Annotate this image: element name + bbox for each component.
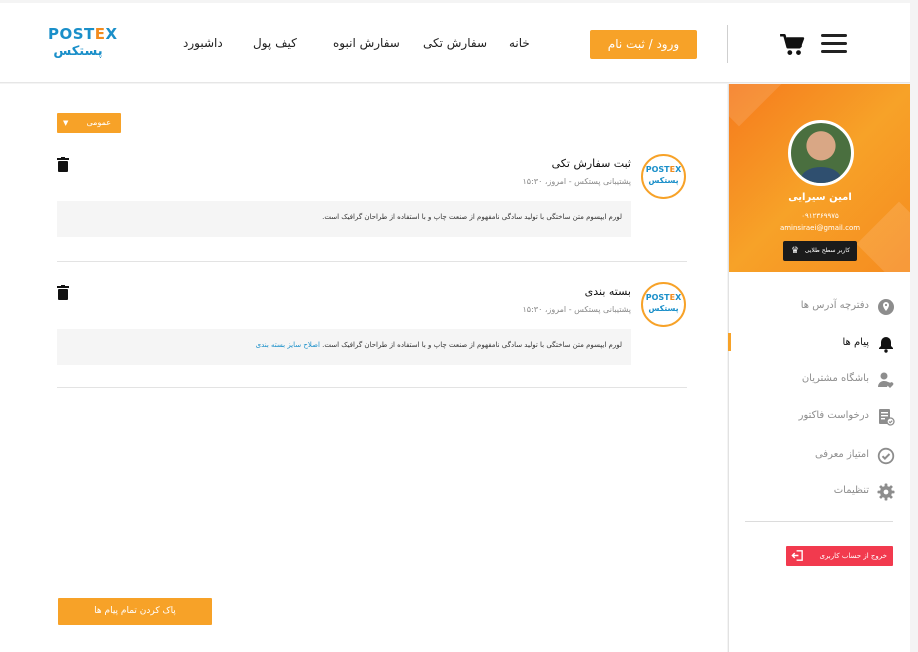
login-register-button[interactable]: ورود / ثبت نام — [590, 30, 697, 59]
sidebar-item-referral-points[interactable]: امتیاز معرفی — [729, 445, 911, 467]
message-meta: پشتیبانی پستکس - امروز، ۱۵:۳۰ — [522, 177, 631, 186]
crown-icon: ♛ — [791, 246, 800, 256]
sidebar-item-label: دفترچه آدرس ها — [800, 300, 869, 311]
top-header: POSTEX پستکس داشبورد کیف پول سفارش انبوه… — [0, 3, 910, 83]
decor-shape — [729, 84, 782, 127]
bell-icon — [879, 337, 893, 353]
message-link[interactable]: اصلاح سایز بسته بندی — [256, 341, 320, 349]
message-body: لورم ایپسوم متن ساختگی با تولید سادگی نا… — [57, 329, 631, 365]
profile-name: امین سیرایی — [788, 192, 852, 203]
location-pin-icon — [878, 299, 894, 315]
header-divider — [727, 25, 728, 63]
profile-email: aminsiraei@gmail.com — [779, 224, 861, 232]
sidebar-item-label: باشگاه مشتریان — [801, 373, 869, 384]
sidebar-item-address-book[interactable]: دفترچه آدرس ها — [729, 296, 911, 318]
sidebar-item-settings[interactable]: تنظیمات — [729, 481, 911, 503]
gear-icon — [877, 483, 895, 501]
chevron-down-icon: ▼ — [63, 119, 69, 127]
account-sidebar: امین سیرایی ۰۹۱۲۳۶۹۹۷۵ aminsiraei@gmail.… — [728, 84, 911, 652]
nav-bulk-order[interactable]: سفارش انبوه — [333, 36, 400, 50]
user-heart-icon — [878, 372, 894, 388]
check-circle-icon — [877, 447, 895, 465]
level-label: کاربر سطح طلایی — [804, 247, 850, 254]
nav-wallet[interactable]: کیف پول — [253, 36, 297, 50]
logout-icon — [791, 550, 803, 561]
sender-avatar: POSTEX پستکس — [641, 154, 686, 199]
sidebar-item-invoice-request[interactable]: درخواست فاکتور — [729, 406, 911, 428]
message-title: بسته بندی — [584, 285, 631, 298]
sidebar-item-label: امتیاز معرفی — [814, 449, 869, 460]
nav-dashboard[interactable]: داشبورد — [183, 36, 223, 50]
sidebar-item-customer-club[interactable]: باشگاه مشتریان — [729, 369, 911, 391]
sender-avatar: POSTEX پستکس — [641, 282, 686, 327]
message-meta: پشتیبانی پستکس - امروز، ۱۵:۳۰ — [522, 305, 631, 314]
sidebar-item-label: درخواست فاکتور — [798, 410, 869, 421]
trash-icon[interactable] — [57, 285, 69, 300]
page-edge — [910, 0, 918, 652]
nav-home[interactable]: خانه — [509, 36, 530, 50]
message-title: ثبت سفارش تکی — [551, 157, 631, 170]
active-indicator — [728, 333, 731, 351]
invoice-icon — [879, 409, 895, 426]
user-level-badge: کاربر سطح طلایی ♛ — [783, 241, 857, 261]
filter-selected-label: عمومی — [86, 118, 111, 127]
nav-single-order[interactable]: سفارش تکی — [423, 36, 487, 50]
profile-card: امین سیرایی ۰۹۱۲۳۶۹۹۷۵ aminsiraei@gmail.… — [729, 84, 911, 272]
message-divider — [57, 387, 687, 388]
avatar — [788, 120, 854, 186]
logo-text: POSTEX — [48, 25, 118, 43]
trash-icon[interactable] — [57, 157, 69, 172]
message-filter-dropdown[interactable]: عمومی ▼ — [57, 113, 121, 133]
sidebar-divider — [745, 521, 893, 522]
clear-all-messages-button[interactable]: پاک کردن تمام پیام ها — [58, 598, 212, 625]
message-body: لورم ایپسوم متن ساختگی با تولید سادگی نا… — [57, 201, 631, 237]
postex-logo[interactable]: POSTEX پستکس — [48, 25, 118, 65]
sidebar-item-messages[interactable]: پیام ها — [728, 333, 911, 355]
message-text: لورم ایپسوم متن ساختگی با تولید سادگی نا… — [322, 213, 622, 221]
message-text: لورم ایپسوم متن ساختگی با تولید سادگی نا… — [322, 341, 622, 349]
message-divider — [57, 261, 687, 262]
profile-phone: ۰۹۱۲۳۶۹۹۷۵ — [801, 212, 839, 220]
logo-text-fa: پستکس — [53, 44, 103, 59]
sidebar-item-label: تنظیمات — [833, 485, 869, 496]
hamburger-menu-icon[interactable] — [821, 34, 847, 56]
logout-label: خروج از حساب کاربری — [819, 552, 887, 560]
cart-icon[interactable] — [779, 33, 805, 57]
sidebar-item-label: پیام ها — [842, 337, 869, 348]
messages-panel: عمومی ▼ POSTEX پستکس ثبت سفارش تکی پشتیب… — [0, 84, 727, 652]
logout-button[interactable]: خروج از حساب کاربری — [786, 546, 893, 566]
